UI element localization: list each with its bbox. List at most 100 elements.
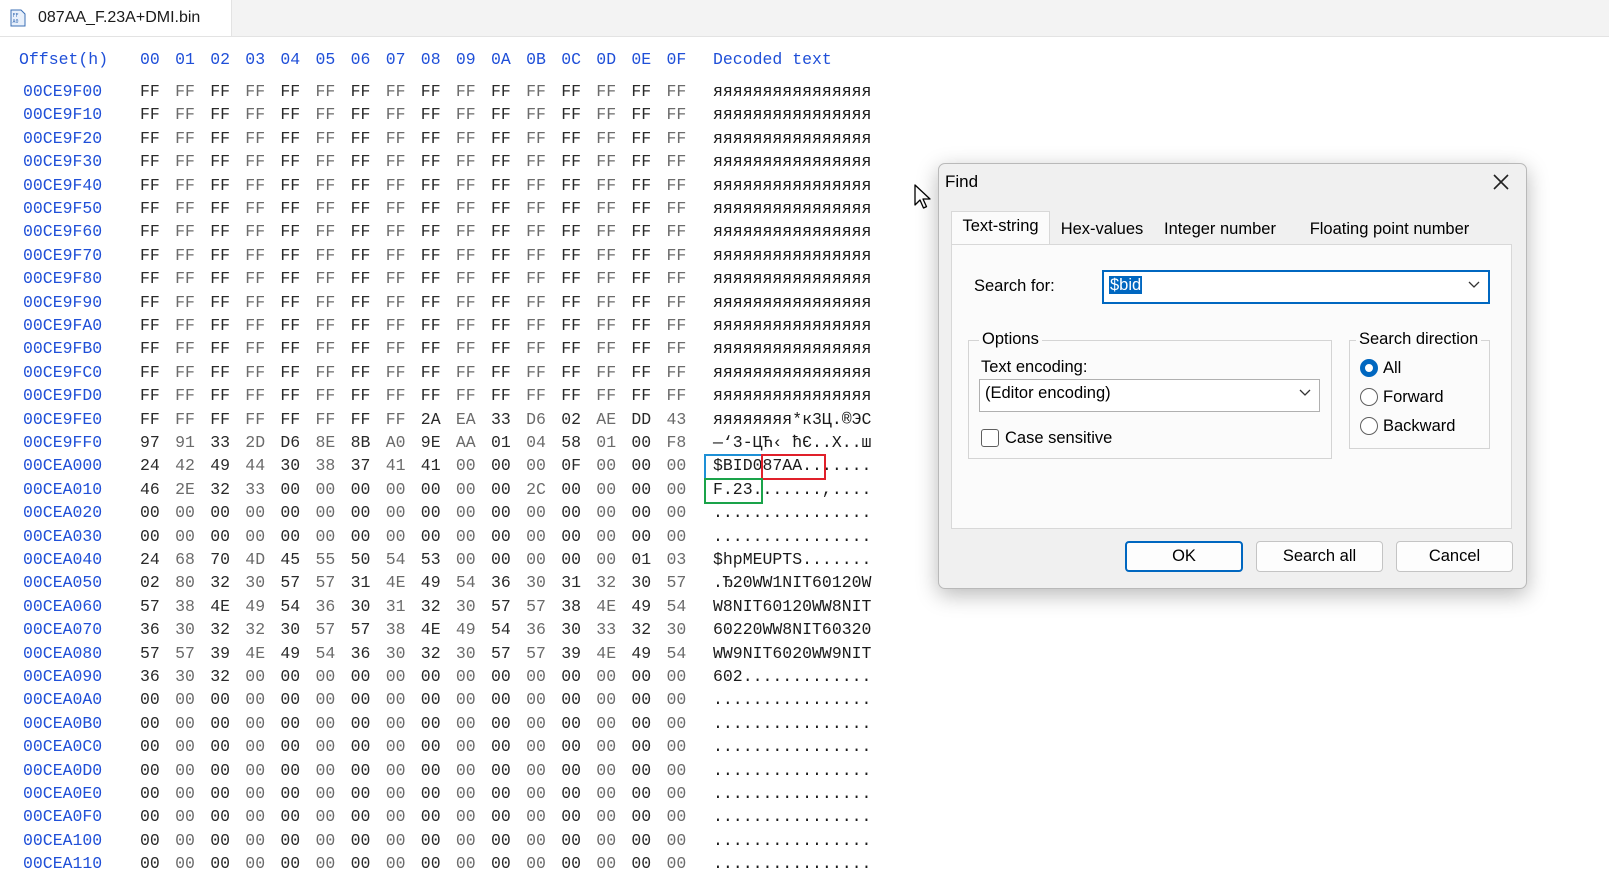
hex-byte[interactable]: FF (491, 386, 511, 405)
hex-byte[interactable]: FF (386, 363, 406, 382)
hex-byte[interactable]: 32 (245, 620, 265, 639)
hex-byte[interactable]: 57 (491, 644, 511, 663)
hex-byte[interactable]: 33 (245, 480, 265, 499)
hex-byte[interactable]: 00 (596, 831, 616, 850)
hex-byte[interactable]: 00 (210, 807, 230, 826)
hex-byte[interactable]: 00 (667, 714, 687, 733)
hex-byte[interactable]: A0 (386, 433, 406, 452)
hex-byte[interactable]: FF (491, 152, 511, 171)
hex-byte[interactable]: 00 (667, 690, 687, 709)
hex-byte[interactable]: FF (667, 176, 687, 195)
decoded-text[interactable]: .Ђ20WW1NIT60120W (713, 573, 871, 592)
hex-byte[interactable]: FF (280, 246, 300, 265)
hex-byte[interactable]: FF (280, 152, 300, 171)
hex-byte[interactable]: 49 (280, 644, 300, 663)
hex-byte[interactable]: 00 (386, 761, 406, 780)
hex-byte[interactable]: 00 (245, 761, 265, 780)
decoded-text[interactable]: ................ (713, 784, 871, 803)
hex-byte[interactable]: 00 (351, 761, 371, 780)
hex-byte[interactable]: 30 (175, 620, 195, 639)
hex-byte[interactable]: 00 (175, 807, 195, 826)
hex-byte[interactable]: D6 (526, 410, 546, 429)
hex-byte[interactable]: 30 (280, 620, 300, 639)
hex-byte[interactable]: FF (316, 246, 336, 265)
hex-byte[interactable]: FF (175, 269, 195, 288)
hex-byte[interactable]: 00 (316, 831, 336, 850)
hex-byte[interactable]: FF (140, 246, 160, 265)
hex-byte[interactable]: 00 (667, 737, 687, 756)
hex-byte[interactable]: 00 (631, 527, 651, 546)
hex-byte[interactable]: FF (245, 152, 265, 171)
hex-byte[interactable]: FF (210, 316, 230, 335)
hex-byte[interactable]: FF (667, 129, 687, 148)
hex-byte[interactable]: 00 (175, 527, 195, 546)
hex-byte[interactable]: FF (175, 339, 195, 358)
hex-byte[interactable]: FF (245, 82, 265, 101)
hex-byte[interactable]: FF (210, 152, 230, 171)
hex-byte[interactable]: 00 (316, 761, 336, 780)
hex-byte[interactable]: 4D (245, 550, 265, 569)
hex-byte[interactable]: 00 (210, 690, 230, 709)
hex-byte[interactable]: 00 (491, 503, 511, 522)
hex-byte[interactable]: 00 (491, 831, 511, 850)
hex-byte[interactable]: 00 (245, 667, 265, 686)
hex-byte[interactable]: 36 (140, 620, 160, 639)
hex-byte[interactable]: 00 (316, 527, 336, 546)
decoded-text[interactable]: яяяяяяяяяяяяяяяя (713, 339, 871, 358)
hex-byte[interactable]: 00 (280, 690, 300, 709)
hex-byte[interactable]: 00 (386, 714, 406, 733)
hex-byte[interactable]: 49 (245, 597, 265, 616)
hex-byte[interactable]: FF (245, 246, 265, 265)
hex-byte[interactable]: FF (316, 363, 336, 382)
hex-byte[interactable]: FF (175, 222, 195, 241)
hex-byte[interactable]: 00 (491, 714, 511, 733)
hex-byte[interactable]: 9E (421, 433, 441, 452)
hex-byte[interactable]: 00 (245, 784, 265, 803)
hex-byte[interactable]: 00 (351, 784, 371, 803)
hex-byte[interactable]: 00 (210, 714, 230, 733)
hex-byte[interactable]: 57 (316, 573, 336, 592)
hex-byte[interactable]: FF (351, 222, 371, 241)
hex-byte[interactable]: FF (491, 129, 511, 148)
hex-byte[interactable]: FF (280, 363, 300, 382)
hex-byte[interactable]: FF (210, 82, 230, 101)
decoded-text[interactable]: яяяяяяяяяяяяяяяя (713, 176, 871, 195)
search-all-button[interactable]: Search all (1256, 541, 1383, 572)
hex-byte[interactable]: 00 (140, 690, 160, 709)
hex-byte[interactable]: FF (280, 269, 300, 288)
hex-byte[interactable]: FF (386, 152, 406, 171)
hex-byte[interactable]: 53 (421, 550, 441, 569)
hex-byte[interactable]: FF (456, 82, 476, 101)
hex-byte[interactable]: FF (561, 152, 581, 171)
hex-byte[interactable]: FF (245, 386, 265, 405)
hex-byte[interactable]: FF (386, 269, 406, 288)
hex-byte[interactable]: 30 (175, 667, 195, 686)
hex-byte[interactable]: 00 (316, 807, 336, 826)
hex-byte[interactable]: FF (316, 269, 336, 288)
hex-byte[interactable]: FF (667, 293, 687, 312)
hex-byte[interactable]: 00 (667, 480, 687, 499)
file-tab[interactable]: FF A0 087AA_F.23A+DMI.bin (0, 0, 232, 36)
hex-byte[interactable]: 00 (631, 433, 651, 452)
hex-byte[interactable]: FF (526, 129, 546, 148)
hex-byte[interactable]: FF (210, 222, 230, 241)
hex-byte[interactable]: 2E (175, 480, 195, 499)
hex-byte[interactable]: 00 (456, 807, 476, 826)
hex-byte[interactable]: AA (456, 433, 476, 452)
hex-byte[interactable]: FF (596, 316, 616, 335)
hex-byte[interactable]: 00 (631, 807, 651, 826)
hex-byte[interactable]: 39 (561, 644, 581, 663)
hex-byte[interactable]: 00 (596, 737, 616, 756)
hex-byte[interactable]: 41 (386, 456, 406, 475)
hex-byte[interactable]: 00 (316, 854, 336, 873)
hex-byte[interactable]: 00 (631, 831, 651, 850)
hex-byte[interactable]: 37 (351, 456, 371, 475)
tab-text-string[interactable]: Text-string (951, 211, 1050, 245)
hex-byte[interactable]: 54 (667, 597, 687, 616)
hex-byte[interactable]: 49 (210, 456, 230, 475)
hex-byte[interactable]: 36 (351, 644, 371, 663)
hex-byte[interactable]: FF (491, 82, 511, 101)
hex-byte[interactable]: FF (596, 293, 616, 312)
hex-byte[interactable]: 00 (280, 480, 300, 499)
hex-byte[interactable]: 00 (631, 503, 651, 522)
